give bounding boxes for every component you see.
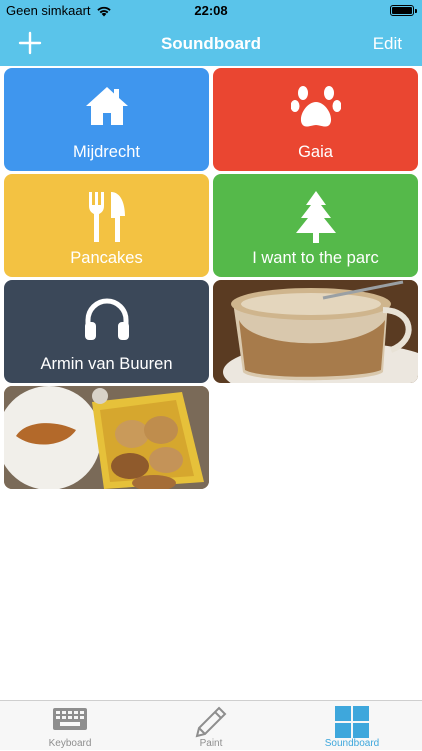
tile-label: Armin van Buuren xyxy=(40,355,173,373)
tile-parc[interactable]: I want to the parc xyxy=(213,174,418,277)
tab-keyboard[interactable]: Keyboard xyxy=(0,701,140,751)
fork-knife-icon xyxy=(88,192,125,242)
battery-icon xyxy=(390,5,417,16)
tree-icon xyxy=(295,191,336,243)
breakfast-photo xyxy=(4,386,209,489)
keyboard-icon xyxy=(53,708,87,730)
house-icon xyxy=(85,87,128,125)
paw-icon xyxy=(290,86,341,127)
coffee-photo xyxy=(213,280,418,383)
tile-photo-breakfast[interactable] xyxy=(4,386,209,489)
tile-mijdrecht[interactable]: Mijdrecht xyxy=(4,68,209,171)
page-title: Soundboard xyxy=(160,34,262,53)
tile-label: Mijdrecht xyxy=(73,143,140,161)
tile-gaia[interactable]: Gaia xyxy=(213,68,418,171)
tab-label: Paint xyxy=(199,738,223,749)
headphones-icon xyxy=(84,298,129,340)
tab-label: Keyboard xyxy=(48,738,92,749)
tile-label: Gaia xyxy=(298,143,333,161)
navigation-bar: Soundboard Edit xyxy=(0,22,422,66)
clock: 22:08 xyxy=(194,3,228,18)
edit-button[interactable]: Edit xyxy=(373,34,402,54)
tab-soundboard[interactable]: Soundboard xyxy=(282,701,422,751)
pencil-icon xyxy=(195,706,227,738)
tile-label: I want to the parc xyxy=(252,249,379,267)
tab-label: Soundboard xyxy=(324,738,380,749)
tile-armin[interactable]: Armin van Buuren xyxy=(4,280,209,383)
tab-bar: Keyboard Paint Soundboard xyxy=(0,700,422,750)
tile-pancakes[interactable]: Pancakes xyxy=(4,174,209,277)
tile-label: Pancakes xyxy=(70,249,143,267)
tile-photo-coffee[interactable] xyxy=(213,280,418,383)
grid-icon xyxy=(335,706,369,738)
status-bar: Geen simkaart 22:08 xyxy=(0,0,422,22)
tab-paint[interactable]: Paint xyxy=(141,701,281,751)
